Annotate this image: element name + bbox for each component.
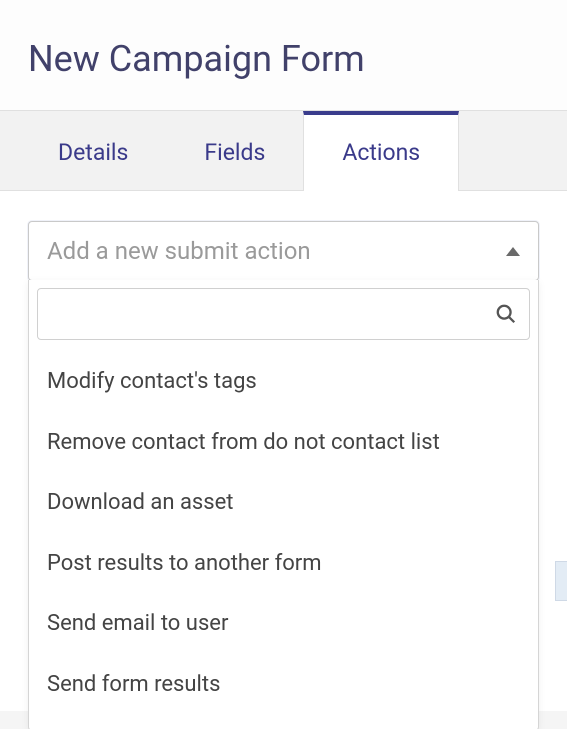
tab-details[interactable]: Details (20, 111, 166, 190)
caret-up-icon (506, 247, 520, 256)
option-label: Send form results (47, 672, 220, 697)
header: New Campaign Form (0, 0, 567, 110)
option-download-asset[interactable]: Download an asset (37, 473, 530, 534)
background-scroll-hint (555, 561, 567, 601)
option-label: Modify contact's tags (47, 369, 257, 394)
option-label: Download an asset (47, 490, 234, 515)
add-submit-action-select[interactable]: Add a new submit action Modify contact's… (28, 221, 539, 281)
option-label: Remove contact from do not contact list (47, 430, 440, 455)
search-icon (495, 303, 517, 325)
option-remove-dnc[interactable]: Remove contact from do not contact list (37, 413, 530, 474)
action-dropdown: Modify contact's tags Remove contact fro… (28, 280, 539, 729)
tabs-bar: Details Fields Actions (0, 110, 567, 191)
tab-label: Fields (204, 139, 265, 166)
tab-label: Details (58, 139, 128, 166)
search-input[interactable] (50, 289, 495, 339)
option-send-form-results[interactable]: Send form results (37, 655, 530, 716)
option-label: Post results to another form (47, 551, 322, 576)
page-title: New Campaign Form (28, 38, 539, 80)
tab-fields[interactable]: Fields (166, 111, 303, 190)
option-modify-tags[interactable]: Modify contact's tags (37, 352, 530, 413)
option-label: Send email to user (47, 611, 228, 636)
select-placeholder: Add a new submit action (47, 237, 506, 265)
option-post-results[interactable]: Post results to another form (37, 534, 530, 595)
option-send-email[interactable]: Send email to user (37, 594, 530, 655)
dropdown-search[interactable] (37, 288, 530, 340)
actions-panel: Add a new submit action Modify contact's… (0, 191, 567, 711)
tab-actions[interactable]: Actions (303, 111, 459, 191)
tab-label: Actions (342, 139, 420, 166)
